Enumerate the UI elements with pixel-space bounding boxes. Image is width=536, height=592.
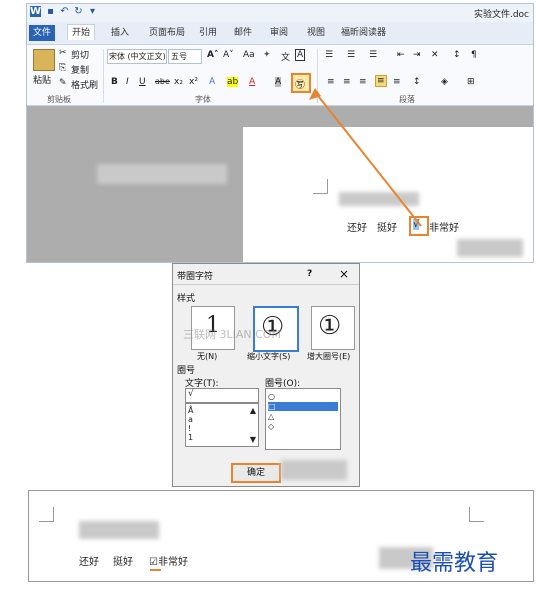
doc-text-fine: 还好 bbox=[79, 557, 99, 568]
text-input-value: √ bbox=[188, 389, 194, 399]
doc-text-good: 挺好 bbox=[113, 557, 133, 568]
enclose-characters-dialog: 带圈字符 ? × 样式 1 ① ① 无(N) 缩小文字(S) 增大圈号(E) 三… bbox=[172, 263, 360, 487]
list-item[interactable]: ◇ bbox=[268, 422, 338, 431]
ok-button-label: 确定 bbox=[246, 468, 265, 478]
scroll-down-icon[interactable]: ▼ bbox=[250, 435, 256, 444]
list-item[interactable]: 1 bbox=[188, 433, 193, 442]
style-enlarge-glyph: ① bbox=[318, 311, 342, 341]
blur-mark bbox=[281, 460, 347, 480]
style-section-label: 样式 bbox=[177, 294, 196, 304]
margin-corner-mark bbox=[469, 507, 484, 522]
list-item[interactable]: Å bbox=[188, 406, 193, 415]
annotation-arrow bbox=[309, 88, 422, 227]
dialog-title: 带圈字符 bbox=[177, 272, 214, 282]
title-divider bbox=[173, 284, 359, 285]
scroll-up-icon[interactable]: ▲ bbox=[250, 406, 256, 415]
style-none-label[interactable]: 无(N) bbox=[197, 351, 217, 362]
list-item[interactable]: ! bbox=[188, 424, 191, 433]
style-enlarge-symbol-option[interactable]: ① bbox=[311, 306, 355, 350]
margin-corner-mark bbox=[39, 507, 54, 522]
blur-mark bbox=[79, 521, 159, 539]
text-input[interactable]: √ bbox=[185, 388, 259, 403]
text-list[interactable]: Å a ! 1 ▲ ▼ bbox=[185, 403, 259, 447]
list-item-selected[interactable]: □ bbox=[268, 402, 338, 411]
list-item[interactable]: ○ bbox=[268, 392, 338, 401]
circle-list[interactable]: ○ □ △ ◇ bbox=[265, 388, 341, 450]
site-watermark: 最需教育 bbox=[410, 551, 499, 576]
circle-section-label: 圈号 bbox=[177, 366, 196, 376]
style-enlarge-label[interactable]: 增大圈号(E) bbox=[307, 351, 350, 362]
ok-button[interactable]: 确定 bbox=[231, 463, 281, 483]
highlight-underline bbox=[150, 569, 161, 571]
list-item[interactable]: a bbox=[188, 415, 193, 424]
help-button[interactable]: ? bbox=[307, 269, 312, 279]
word-window: W ▪ ↶ ↻ ▾ 实验文件.doc 文件 开始 插入 页面布局 引用 邮件 审… bbox=[26, 3, 534, 263]
close-button[interactable]: × bbox=[339, 267, 349, 281]
style-shrink-label[interactable]: 缩小文字(S) bbox=[247, 351, 290, 362]
doc-text-very-good-enclosed: ☑非常好 bbox=[149, 557, 188, 568]
watermark-3lian: 三联网 3LIAN.COM bbox=[183, 328, 281, 341]
list-item[interactable]: △ bbox=[268, 412, 338, 421]
